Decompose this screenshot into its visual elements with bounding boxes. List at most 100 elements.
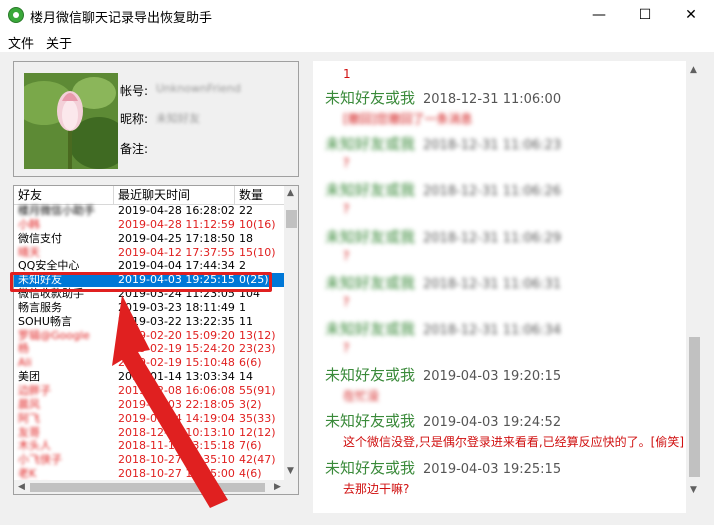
row-count: 18 xyxy=(239,231,253,245)
menu-about[interactable]: 关于 xyxy=(46,33,72,52)
header-time[interactable]: 最近聊天时间 xyxy=(114,186,235,204)
app-icon xyxy=(8,7,24,23)
scroll-down-icon[interactable]: ▼ xyxy=(287,466,294,476)
chat-page-number: 1 xyxy=(343,67,351,81)
row-count: 1 xyxy=(239,300,246,314)
menu-file[interactable]: 文件 xyxy=(8,33,34,52)
row-count: 12(12) xyxy=(239,425,276,439)
row-friend-name: 杨 xyxy=(18,342,29,356)
table-row[interactable]: 畅言服务 2019-03-23 18:11:49 1 xyxy=(14,301,284,315)
table-row[interactable]: Ali 2019-02-19 15:10:48 6(6) xyxy=(14,356,284,370)
row-count: 42(47) xyxy=(239,453,276,467)
row-last-time: 2018-10-27 10:15:00 xyxy=(118,467,235,481)
message-sender: 未知好友或我 xyxy=(325,320,416,338)
row-count: 10(16) xyxy=(239,217,276,231)
list-hscroll-thumb[interactable] xyxy=(30,483,265,492)
chat-scroll-down-icon[interactable]: ▼ xyxy=(690,485,697,495)
row-last-time: 2019-03-22 13:22:35 xyxy=(118,314,235,328)
message-header: 未知好友或我 2018-12-31 11:06:00 xyxy=(325,87,561,108)
table-row[interactable]: 友哥 2018-12-30 10:13:10 12(12) xyxy=(14,426,284,440)
row-last-time: 2019-02-20 15:09:20 xyxy=(118,328,235,342)
row-count: 35(33) xyxy=(239,411,276,425)
row-friend-name: 楼月微信小助手 xyxy=(18,204,95,217)
message-sender: 未知好友或我 xyxy=(325,181,416,200)
minimize-button[interactable]: — xyxy=(576,0,622,30)
row-friend-name: 晨风 xyxy=(18,397,40,411)
table-row[interactable]: 小韩 2019-04-28 11:12:59 10(16) xyxy=(14,218,284,232)
row-last-time: 2019-02-19 15:24:20 xyxy=(118,342,235,356)
table-row[interactable]: 小飞侠子 2018-10-27 11:35:10 42(47) xyxy=(14,453,284,467)
message-header: 未知好友或我 2018-12-31 11:06:31 xyxy=(325,272,561,293)
row-last-time: 2019-02-19 15:10:48 xyxy=(118,356,235,370)
message-time: 2018-12-31 11:06:26 xyxy=(423,184,562,200)
table-row[interactable]: 木头人 2018-11-11 13:15:18 7(6) xyxy=(14,439,284,453)
message-body: 这个微信没登,只是偶尔登录进来看看,已经算反应快的了。[偷笑] xyxy=(343,435,684,450)
message-time: 2018-12-31 11:06:29 xyxy=(423,230,562,246)
row-last-time: 2018-11-11 13:15:18 xyxy=(118,439,235,453)
table-row[interactable]: 晴天 2019-04-12 17:37:55 15(10) xyxy=(14,246,284,260)
profile-panel: 帐号: UnknownFriend 昵称: 未知好友 备注: xyxy=(13,61,299,177)
account-label: 帐号: xyxy=(120,84,149,98)
scroll-right-icon[interactable]: ▶ xyxy=(274,482,281,492)
row-count: 22 xyxy=(239,204,253,217)
message-body: ? xyxy=(343,156,350,171)
message-body: ? xyxy=(343,202,350,217)
table-row[interactable]: 微信支付 2019-04-25 17:18:50 18 xyxy=(14,232,284,246)
row-last-time: 2019-04-28 16:28:02 xyxy=(118,204,235,217)
table-row[interactable]: 楼月微信小助手 2019-04-28 16:28:02 22 xyxy=(14,204,284,218)
table-row[interactable]: 罗辑@Google 2019-02-20 15:09:20 13(12) xyxy=(14,329,284,343)
row-count: 3(2) xyxy=(239,397,262,411)
message-time: 2019-04-03 19:24:52 xyxy=(423,415,562,431)
table-row[interactable]: 边胖子 2019-02-08 16:06:08 55(91) xyxy=(14,384,284,398)
table-row[interactable]: SOHU畅言 2019-03-22 13:22:35 11 xyxy=(14,315,284,329)
row-friend-name: 微信支付 xyxy=(18,231,62,245)
table-row[interactable]: 杨 2019-02-19 15:24:20 23(23) xyxy=(14,342,284,356)
chat-scroll-up-icon[interactable]: ▲ xyxy=(690,65,697,75)
header-count[interactable]: 数量 xyxy=(235,186,284,204)
list-horizontal-scrollbar[interactable]: ◀ ▶ xyxy=(14,480,298,494)
message-body: ? xyxy=(343,294,350,309)
friend-list[interactable]: 好友 最近聊天时间 数量 楼月微信小助手 2019-04-28 16:28:02 2… xyxy=(13,185,299,495)
row-last-time: 2018-10-27 11:35:10 xyxy=(118,453,235,467)
row-friend-name: 友哥 xyxy=(18,425,40,439)
list-vertical-scrollbar[interactable]: ▲ ▼ xyxy=(284,186,298,480)
row-last-time: 2019-01-14 14:19:04 xyxy=(118,411,235,425)
list-header: 好友 最近聊天时间 数量 xyxy=(14,186,284,205)
row-count: 4(6) xyxy=(239,467,262,481)
table-row[interactable]: 阿飞 2019-01-14 14:19:04 35(33) xyxy=(14,412,284,426)
window-title: 楼月微信聊天记录导出恢复助手 xyxy=(30,11,213,26)
row-last-time: 2019-02-08 16:06:08 xyxy=(118,383,235,397)
row-count: 7(6) xyxy=(239,439,262,453)
message-time: 2018-12-31 11:06:23 xyxy=(423,138,562,154)
row-friend-name: 老K xyxy=(18,467,37,481)
message-header: 未知好友或我 2018-12-31 11:06:34 xyxy=(325,318,561,339)
message-body: 去那边干嘛? xyxy=(343,481,410,496)
table-row[interactable]: 晨风 2019-02-03 22:18:05 3(2) xyxy=(14,398,284,412)
row-friend-name: 阿飞 xyxy=(18,411,40,425)
table-row[interactable]: 美团 2019-01-14 13:03:34 14 xyxy=(14,370,284,384)
message-body: 在忙没 xyxy=(343,389,380,404)
menu-bar: 文件 关于 xyxy=(0,30,714,52)
chat-scroll-thumb[interactable] xyxy=(689,337,700,477)
avatar xyxy=(24,73,118,169)
message-body: [撤回]您撤回了一条消息 xyxy=(343,112,473,126)
header-friend[interactable]: 好友 xyxy=(14,186,114,204)
scroll-left-icon[interactable]: ◀ xyxy=(18,482,25,492)
account-value: UnknownFriend xyxy=(156,82,241,95)
message-time: 2019-04-03 19:25:15 xyxy=(423,461,562,477)
message-time: 2018-12-31 11:06:34 xyxy=(423,323,562,338)
close-button[interactable]: ✕ xyxy=(668,0,714,30)
chat-scrollbar[interactable]: ▲ ▼ xyxy=(686,61,703,513)
message-sender: 未知好友或我 xyxy=(325,227,416,246)
message-time: 2018-12-31 11:06:00 xyxy=(423,92,562,107)
table-row[interactable]: 老K 2018-10-27 10:15:00 4(6) xyxy=(14,467,284,481)
scroll-up-icon[interactable]: ▲ xyxy=(287,188,294,198)
row-last-time: 2019-04-28 11:12:59 xyxy=(118,217,235,231)
message-sender: 未知好友或我 xyxy=(325,458,416,477)
row-friend-name: 边胖子 xyxy=(18,383,51,397)
nickname-label: 昵称: xyxy=(120,112,149,126)
list-scroll-thumb[interactable] xyxy=(286,210,297,228)
row-last-time: 2018-12-30 10:13:10 xyxy=(118,425,235,439)
maximize-button[interactable]: ☐ xyxy=(622,0,668,30)
row-last-time: 2019-02-03 22:18:05 xyxy=(118,397,235,411)
